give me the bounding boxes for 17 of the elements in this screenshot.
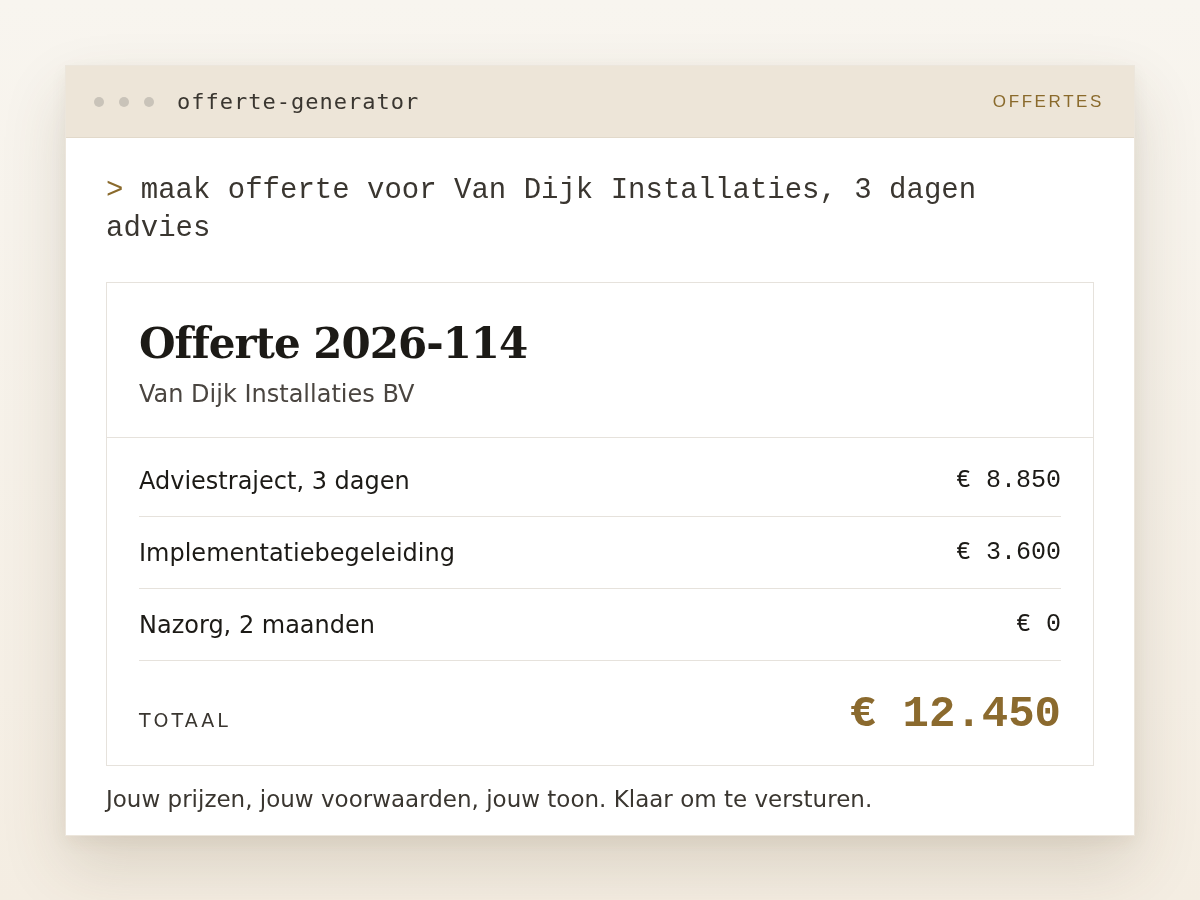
line-amount: € 3.600 <box>955 538 1061 567</box>
line-description: Implementatiebegeleiding <box>139 538 455 567</box>
window-dot-icon <box>94 96 104 107</box>
total-label: TOTAAL <box>139 709 231 731</box>
window-dot-icon <box>119 96 129 107</box>
client-name: Van Dijk Installaties BV <box>139 380 416 408</box>
window-title: offerte-generator <box>177 89 420 114</box>
footer-text: Jouw prijzen, jouw voorwaarden, jouw toon. Klaar om te versturen. <box>106 786 874 812</box>
line-description: Adviestraject, 3 dagen <box>139 466 410 495</box>
line-amount: € 8.850 <box>955 466 1061 495</box>
nav-link[interactable]: OFFERTES <box>992 91 1104 112</box>
prompt-text: > maak offerte voor Van Dijk Installaties, 3 dagen advies <box>106 173 978 247</box>
quote-title: Offerte 2026-114 <box>139 318 529 370</box>
line-description: Nazorg, 2 maanden <box>139 610 375 639</box>
line-amount: € 0 <box>1016 610 1061 639</box>
total-amount: € 12.450 <box>849 689 1061 739</box>
window-dot-icon <box>144 96 154 107</box>
